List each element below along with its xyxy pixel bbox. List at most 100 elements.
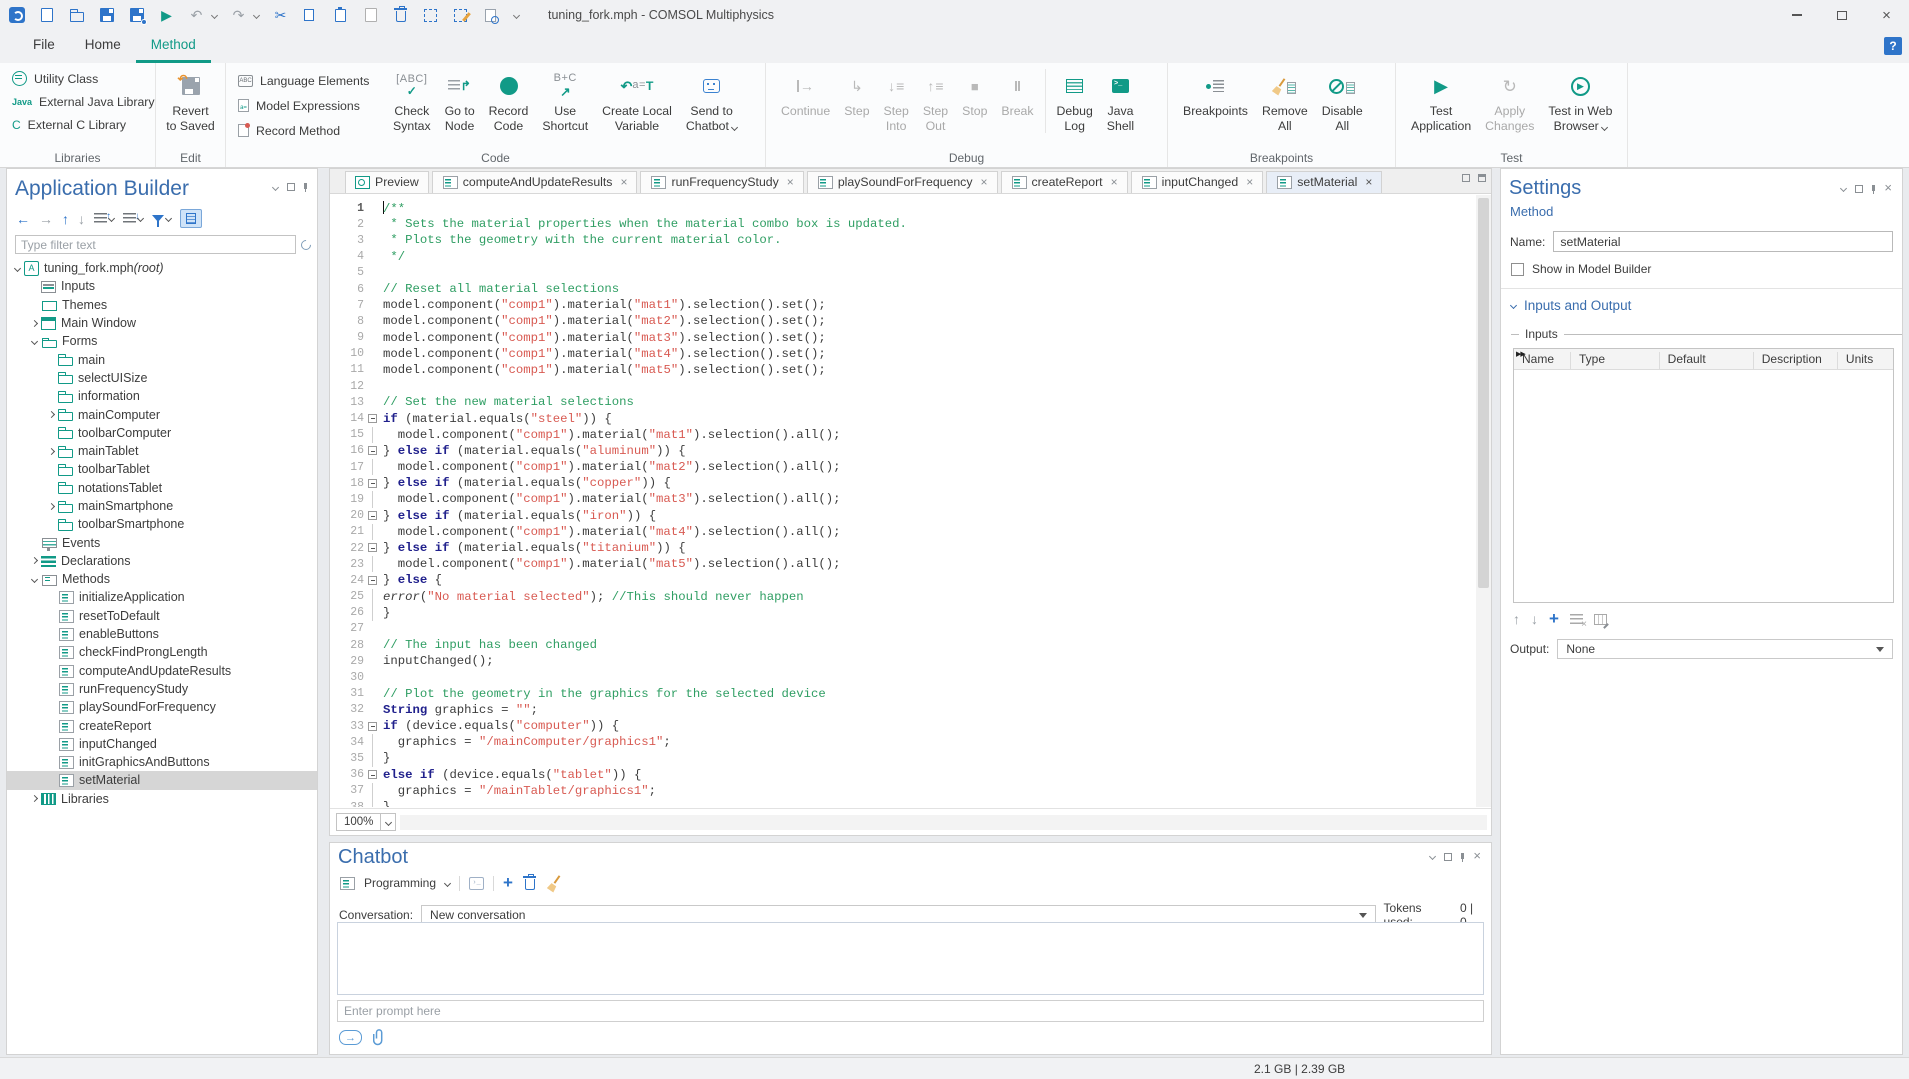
close-tab-icon[interactable]: × <box>980 175 987 189</box>
external-java-library-button[interactable]: Java External Java Library <box>8 90 147 113</box>
expander-closed-icon[interactable] <box>45 445 58 457</box>
fold-marker-icon[interactable] <box>364 718 383 734</box>
editor-tab-runFrequencyStudy[interactable]: runFrequencyStudy× <box>640 171 803 193</box>
expander-open-icon[interactable] <box>28 335 41 347</box>
language-elements-button[interactable]: ABC Language Elements <box>234 69 386 92</box>
fold-marker-icon[interactable] <box>364 540 383 556</box>
editor-layout-icon[interactable] <box>1478 174 1486 182</box>
tree-item-Declarations[interactable]: Declarations <box>7 552 317 570</box>
tree-item-mainSmartphone[interactable]: mainSmartphone <box>7 497 317 515</box>
tree-item-enableButtons[interactable]: enableButtons <box>7 625 317 643</box>
utility-class-button[interactable]: Utility Class <box>8 67 147 90</box>
filter-button[interactable] <box>152 215 171 222</box>
fold-marker-icon[interactable] <box>364 410 383 426</box>
tree-item-mainComputer[interactable]: mainComputer <box>7 405 317 423</box>
editor-tab-createReport[interactable]: createReport× <box>1001 171 1128 193</box>
tree-item-Main Window[interactable]: Main Window <box>7 314 317 332</box>
tree-item-Methods[interactable]: Methods <box>7 570 317 588</box>
minimize-button[interactable] <box>1774 0 1819 30</box>
inputs-table[interactable]: ▶▶ NameTypeDefaultDescriptionUnits <box>1513 348 1894 603</box>
create-local-variable-button[interactable]: ↶a=T Create LocalVariable <box>595 67 679 134</box>
test-in-web-browser-button[interactable]: ▶ Test in WebBrowser <box>1541 67 1619 149</box>
expander-closed-icon[interactable] <box>28 555 41 567</box>
expander-closed-icon[interactable] <box>45 500 58 512</box>
toolbar-overflow-icon[interactable] <box>513 11 520 18</box>
fold-marker-icon[interactable] <box>364 443 383 459</box>
tree-item-toolbarTablet[interactable]: toolbarTablet <box>7 460 317 478</box>
add-input-icon[interactable]: + <box>1549 610 1559 627</box>
tree-item-selectUISize[interactable]: selectUISize <box>7 369 317 387</box>
model-expressions-button[interactable]: a= Model Expressions <box>234 94 386 117</box>
new-file-icon[interactable] <box>38 7 55 24</box>
cut-icon[interactable]: ✂ <box>272 7 289 24</box>
find-icon[interactable] <box>482 7 499 24</box>
pin-panel-icon[interactable] <box>304 183 307 189</box>
pin-panel-icon[interactable] <box>1461 853 1464 859</box>
disable-all-button[interactable]: DisableAll <box>1315 67 1370 149</box>
close-tab-icon[interactable]: × <box>1111 175 1118 189</box>
tab-method[interactable]: Method <box>136 30 211 63</box>
debug-log-button[interactable]: DebugLog <box>1050 67 1100 149</box>
editor-tab-inputChanged[interactable]: inputChanged× <box>1131 171 1264 193</box>
tree-item-information[interactable]: information <box>7 387 317 405</box>
tree-item-createReport[interactable]: createReport <box>7 716 317 734</box>
check-syntax-button[interactable]: [ABC]✓ CheckSyntax <box>386 67 438 134</box>
editor-vertical-scrollbar[interactable] <box>1476 195 1491 807</box>
mode-select[interactable]: Programming <box>364 876 436 890</box>
expand-all-button[interactable] <box>123 213 143 225</box>
float-panel-icon[interactable] <box>287 183 295 191</box>
revert-to-saved-button[interactable]: ↶ Revert to Saved <box>164 67 217 134</box>
code-editor[interactable]: 1/**2 * Sets the material properties whe… <box>330 195 1475 807</box>
go-to-node-button[interactable]: ↱ Go toNode <box>438 67 482 134</box>
show-in-model-builder-checkbox[interactable] <box>1511 263 1524 276</box>
record-method-button[interactable]: Record Method <box>234 119 386 142</box>
collapse-panel-icon[interactable] <box>272 183 279 190</box>
tree-item-Forms[interactable]: Forms <box>7 332 317 350</box>
send-prompt-icon[interactable]: → <box>339 1030 362 1045</box>
editor-tab-setMaterial[interactable]: setMaterial× <box>1266 171 1382 193</box>
record-code-button[interactable]: RecordCode <box>482 67 536 134</box>
editor-tab-computeAndUpdateResults[interactable]: computeAndUpdateResults× <box>432 171 638 193</box>
tree-item-Inputs[interactable]: Inputs <box>7 277 317 295</box>
save-icon[interactable] <box>98 7 115 24</box>
editor-tab-Preview[interactable]: Preview <box>345 171 429 193</box>
tree-filter-input[interactable] <box>15 235 296 254</box>
close-button[interactable]: × <box>1864 0 1909 30</box>
tree-item-resetToDefault[interactable]: resetToDefault <box>7 607 317 625</box>
new-conversation-icon[interactable]: + <box>503 874 513 891</box>
collapse-panel-icon[interactable] <box>1429 853 1436 860</box>
float-panel-icon[interactable] <box>1855 185 1863 193</box>
output-select[interactable]: None <box>1557 639 1893 659</box>
prompt-input[interactable] <box>337 1000 1484 1022</box>
external-c-library-button[interactable]: C External C Library <box>8 113 147 136</box>
pin-panel-icon[interactable] <box>1872 185 1875 191</box>
expander-open-icon[interactable] <box>28 573 41 585</box>
undo-menu-icon[interactable] <box>211 11 218 18</box>
delete-conversation-icon[interactable] <box>522 875 539 892</box>
fold-marker-icon[interactable] <box>364 767 383 783</box>
java-shell-button[interactable]: >_ JavaShell <box>1100 67 1141 149</box>
tree-item-playSoundForFrequency[interactable]: playSoundForFrequency <box>7 698 317 716</box>
zoom-menu-icon[interactable] <box>380 814 395 830</box>
close-tab-icon[interactable]: × <box>620 175 627 189</box>
highlight-region-icon[interactable] <box>452 7 469 24</box>
editor-horizontal-scrollbar[interactable] <box>400 815 1487 830</box>
float-panel-icon[interactable] <box>1444 853 1452 861</box>
mode-menu-icon[interactable] <box>444 879 451 886</box>
tab-file[interactable]: File <box>18 30 70 63</box>
close-tab-icon[interactable]: × <box>1365 175 1372 189</box>
model-builder-toggle[interactable] <box>180 209 202 228</box>
use-shortcut-button[interactable]: B+C↗ UseShortcut <box>535 67 595 134</box>
breakpoints-button[interactable]: Breakpoints <box>1176 67 1255 149</box>
tab-home[interactable]: Home <box>70 30 136 63</box>
inputs-table-body[interactable] <box>1514 370 1893 602</box>
close-panel-icon[interactable]: × <box>1473 849 1481 862</box>
expander-closed-icon[interactable] <box>28 793 41 805</box>
send-to-chatbot-button[interactable]: Send toChatbot <box>679 67 745 134</box>
tree-item-main[interactable]: main <box>7 350 317 368</box>
attach-file-icon[interactable] <box>373 1029 386 1046</box>
tree-item-checkFindProngLength[interactable]: checkFindProngLength <box>7 643 317 661</box>
refresh-icon[interactable] <box>299 237 313 251</box>
tree-item-initializeApplication[interactable]: initializeApplication <box>7 588 317 606</box>
run-icon[interactable]: ▶ <box>158 7 175 24</box>
